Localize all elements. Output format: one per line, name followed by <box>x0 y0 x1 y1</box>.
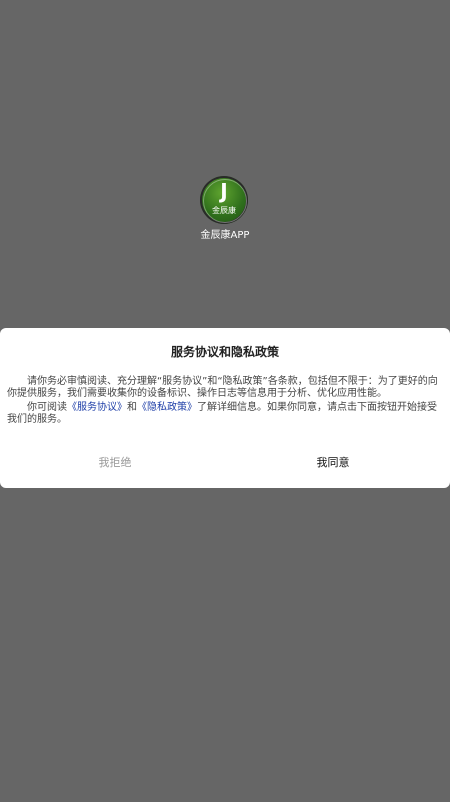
logo-letter: J <box>220 179 228 203</box>
privacy-policy-link[interactable]: 《隐私政策》 <box>137 402 197 413</box>
logo-text: 金辰康 <box>212 206 236 215</box>
service-agreement-link[interactable]: 《服务协议》 <box>67 402 127 413</box>
splash-screen: J 金辰康 金辰康APP 服务协议和隐私政策 请你务必审慎阅读、充分理解“服务协… <box>0 0 450 802</box>
app-logo-icon: J 金辰康 <box>200 176 248 224</box>
accept-button[interactable]: 我同意 <box>258 452 408 474</box>
paragraph-2-prefix: 你可阅读 <box>27 402 67 413</box>
paragraph-2-and: 和 <box>127 402 137 413</box>
app-name: 金辰康APP <box>200 230 250 241</box>
dialog-paragraph-2: 你可阅读《服务协议》和《隐私政策》了解详细信息。如果你同意，请点击下面按钮开始接… <box>7 402 443 426</box>
dialog-title: 服务协议和隐私政策 <box>170 345 279 359</box>
privacy-dialog: 服务协议和隐私政策 请你务必审慎阅读、充分理解“服务协议”和“隐私政策”各条款，… <box>0 328 450 488</box>
dialog-body: 请你务必审慎阅读、充分理解“服务协议”和“隐私政策”各条款，包括但不限于：为了更… <box>7 376 443 426</box>
dialog-paragraph-1: 请你务必审慎阅读、充分理解“服务协议”和“隐私政策”各条款，包括但不限于：为了更… <box>7 376 438 399</box>
reject-button[interactable]: 我拒绝 <box>40 452 190 474</box>
